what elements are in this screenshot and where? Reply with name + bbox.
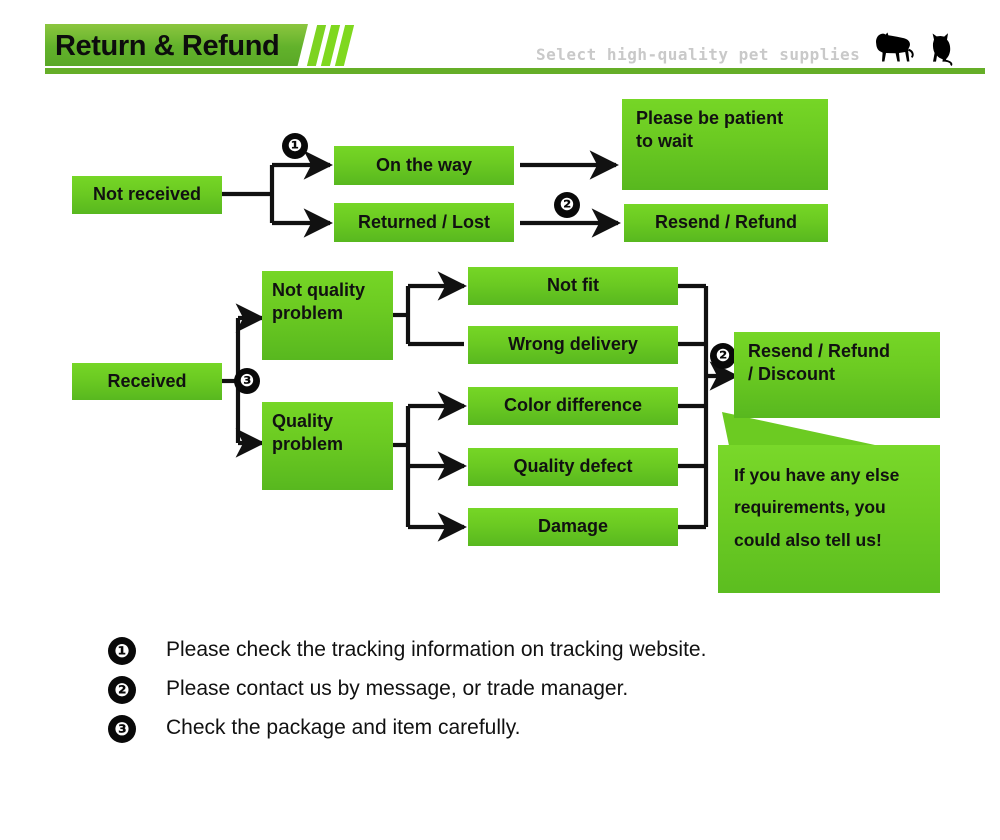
node-please-be-patient[interactable]: Please be patient to wait: [622, 99, 828, 190]
node-color-difference[interactable]: Color difference: [468, 387, 678, 425]
node-on-the-way[interactable]: On the way: [334, 146, 514, 185]
node-resend-refund-discount[interactable]: Resend / Refund / Discount: [734, 332, 940, 418]
note-text-2: Please contact us by message, or trade m…: [166, 677, 629, 700]
bubble-line2: requirements, you: [734, 497, 886, 518]
speech-bubble-extra-requirements[interactable]: If you have any else requirements, you c…: [718, 445, 940, 593]
badge-2-outcome: ❷: [710, 343, 736, 369]
header-tagline: Select high-quality pet supplies: [536, 45, 861, 64]
node-outcome-line1: Resend / Refund: [748, 341, 891, 361]
node-received[interactable]: Received: [72, 363, 222, 400]
node-returned-lost[interactable]: Returned / Lost: [334, 203, 514, 242]
node-please-be-patient-line1: Please be patient: [636, 108, 784, 128]
node-not-quality-problem-line2: problem: [272, 303, 344, 324]
note-text-1: Please check the tracking information on…: [166, 638, 707, 661]
node-please-be-patient-line2: to wait: [636, 131, 693, 152]
note-badge-1: ❶: [108, 637, 136, 665]
node-not-received[interactable]: Not received: [72, 176, 222, 214]
node-damage[interactable]: Damage: [468, 508, 678, 546]
node-not-quality-problem-line1: Not quality: [272, 280, 365, 300]
node-quality-defect[interactable]: Quality defect: [468, 448, 678, 486]
badge-3-received: ❸: [234, 368, 260, 394]
pet-silhouettes: [876, 32, 953, 66]
node-quality-problem-line2: problem: [272, 434, 344, 455]
badge-1-on-the-way: ❶: [282, 133, 308, 159]
node-quality-problem[interactable]: Quality problem: [262, 402, 393, 490]
node-resend-refund[interactable]: Resend / Refund: [624, 204, 828, 242]
note-text-3: Check the package and item carefully.: [166, 716, 521, 739]
node-wrong-delivery[interactable]: Wrong delivery: [468, 326, 678, 364]
page-header: Return & Refund Select high-quality pet …: [0, 0, 1000, 80]
page-title: Return & Refund: [55, 30, 280, 62]
node-not-fit[interactable]: Not fit: [468, 267, 678, 305]
node-quality-problem-line1: Quality: [272, 411, 334, 431]
node-not-quality-problem[interactable]: Not quality problem: [262, 271, 393, 360]
note-badge-2: ❷: [108, 676, 136, 704]
badge-2-returned-lost: ❷: [554, 192, 580, 218]
header-divider: [45, 68, 985, 74]
bubble-line3: could also tell us!: [734, 529, 882, 550]
note-badge-3: ❸: [108, 715, 136, 743]
bubble-line1: If you have any else: [734, 465, 900, 485]
node-outcome-line2: / Discount: [748, 364, 836, 385]
return-refund-infographic: Return & Refund Select high-quality pet …: [0, 0, 1000, 840]
